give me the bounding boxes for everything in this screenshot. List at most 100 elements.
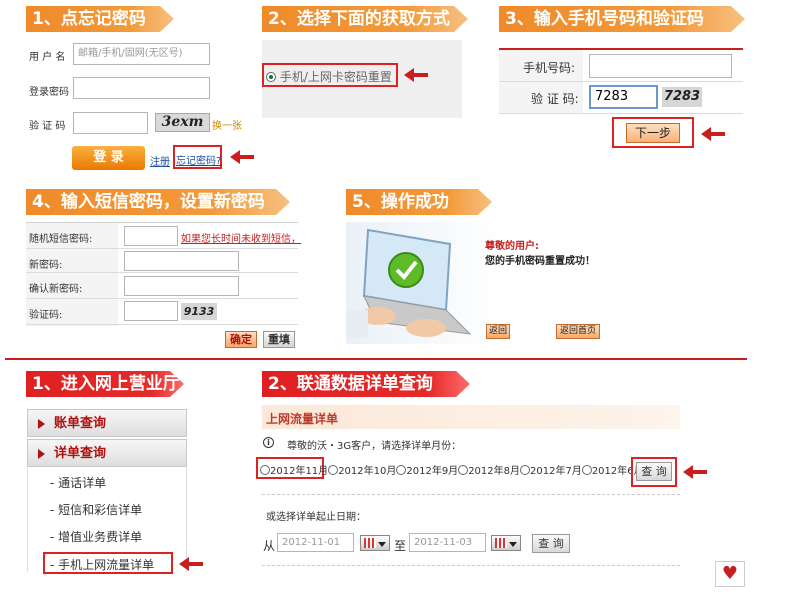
login-button[interactable]: 登 录 [72, 146, 145, 170]
step3-captcha-input[interactable]: 7283 [589, 85, 658, 109]
data-detail-banner: 2、联通数据详单查询 [262, 371, 470, 397]
from-date-input[interactable]: 2012-11-01 [277, 533, 354, 552]
triangle-right-icon [38, 419, 45, 429]
refresh-captcha-link[interactable]: 换一张 [212, 117, 242, 132]
next-button[interactable]: 下一步 [626, 123, 680, 143]
confirm-password-label: 确认新密码: [29, 284, 83, 295]
forgot-password-link[interactable]: 忘记密码? [176, 152, 221, 167]
captcha-image: 3exm [155, 113, 210, 132]
menu-account-query[interactable]: 账单查询 [27, 409, 187, 437]
radio-icon[interactable] [520, 465, 530, 475]
step1-banner: 1、点忘记密码 [26, 6, 174, 32]
step4-divider [26, 222, 298, 223]
reset-button[interactable]: 重填 [263, 331, 295, 348]
month-radio-group: 2012年11月 2012年10月 2012年9月 2012年8月 2012年7月 201… [260, 462, 644, 477]
radio-icon[interactable] [328, 465, 339, 475]
step3-captcha-image: 7283 [662, 87, 702, 107]
step4-captcha-input[interactable] [124, 301, 178, 321]
radio-icon[interactable] [396, 465, 407, 475]
step3-banner: 3、输入手机号码和验证码 [499, 6, 745, 32]
new-password-input[interactable] [124, 251, 239, 271]
register-link[interactable]: 注册 [150, 153, 170, 168]
info-text: 尊敬的沃・3G客户，请选择详单月份： [287, 441, 462, 452]
phone-reset-option[interactable]: 手机/上网卡密码重置 [266, 68, 392, 85]
month-option[interactable]: 2012年8月 [458, 465, 520, 477]
query-button-2[interactable]: 查 询 [532, 534, 570, 553]
step5-banner: 5、操作成功 [346, 189, 492, 215]
new-password-label: 新密码: [29, 260, 63, 271]
online-hall-banner: 1、进入网上营业厅 [26, 371, 184, 397]
submenu-mobile-data-detail[interactable]: - 手机上网流量详单 [50, 556, 154, 573]
phone-label: 手机号码: [523, 61, 576, 75]
step4-divider [26, 324, 298, 325]
sms-password-input[interactable] [124, 226, 178, 246]
dotted-separator-bottom [262, 565, 680, 566]
month-option[interactable]: 2012年7月 [520, 465, 582, 477]
range-label: 或选择详单起止日期： [266, 512, 366, 523]
confirm-password-input[interactable] [124, 276, 239, 296]
favorite-heart-icon[interactable]: ♥ [715, 561, 745, 587]
month-label: 2012年11月 [270, 466, 329, 477]
from-label: 从 [263, 539, 276, 553]
home-button[interactable]: 返回首页 [556, 324, 600, 339]
submenu-vas-detail[interactable]: - 增值业务费详单 [50, 528, 142, 545]
month-label: 2012年7月 [530, 466, 582, 477]
sms-not-received-link[interactable]: 如果您长时间未收到短信， [181, 230, 301, 245]
username-label: 用 户 名 [29, 52, 66, 63]
step3-divider [499, 113, 743, 114]
menu-detail-query-label: 详单查询 [54, 446, 107, 461]
laptop-success-illustration [346, 228, 472, 338]
month-option[interactable]: 2012年11月 [260, 465, 329, 477]
dotted-separator [262, 494, 680, 495]
calendar-icon[interactable] [491, 535, 521, 551]
step3-divider [499, 81, 743, 82]
radio-icon[interactable] [260, 465, 270, 475]
step4-divider [26, 248, 298, 249]
submenu-sms-detail[interactable]: - 短信和彩信详单 [50, 501, 142, 518]
step2-banner: 2、选择下面的获取方式 [262, 6, 468, 32]
section-divider [5, 358, 747, 360]
month-label: 2012年10月 [338, 466, 397, 477]
step3-captcha-label: 验 证 码: [531, 92, 579, 106]
captcha-input[interactable] [73, 112, 148, 134]
success-greeting: 尊敬的用户: [485, 241, 539, 252]
radio-icon[interactable] [458, 465, 469, 475]
query-button[interactable]: 查 询 [636, 462, 672, 481]
month-option[interactable]: 2012年9月 [396, 465, 459, 477]
to-label: 至 [394, 539, 407, 553]
month-label: 2012年8月 [468, 466, 520, 477]
triangle-right-icon [38, 449, 45, 459]
captcha-label: 验 证 码 [29, 121, 66, 132]
info-icon: i [263, 437, 274, 448]
arrow-left-icon [683, 465, 709, 479]
menu-account-query-label: 账单查询 [54, 416, 107, 431]
sms-password-label: 随机短信密码: [29, 234, 93, 245]
menu-detail-query[interactable]: 详单查询 [27, 439, 187, 467]
back-button[interactable]: 返回 [486, 324, 510, 339]
sleeve [346, 310, 368, 338]
month-option[interactable]: 2012年10月 [328, 465, 397, 477]
panel-title: 上网流量详单 [266, 412, 339, 426]
phone-reset-option-label: 手机/上网卡密码重置 [279, 70, 392, 84]
submenu-call-detail[interactable]: - 通话详单 [50, 474, 106, 491]
hand-right [406, 319, 446, 337]
arrow-left-icon [404, 68, 430, 82]
password-input[interactable] [73, 77, 210, 99]
check-circle-icon [388, 252, 424, 288]
confirm-button[interactable]: 确定 [225, 331, 257, 348]
step4-captcha-image: 9133 [181, 303, 217, 320]
month-label: 2012年9月 [406, 466, 459, 477]
username-input[interactable]: 邮箱/手机/固网(无区号) [73, 43, 210, 65]
success-message: 您的手机密码重置成功！ [485, 256, 595, 267]
radio-selected-icon[interactable] [266, 72, 276, 82]
calendar-icon[interactable] [360, 535, 390, 551]
arrow-left-icon [179, 557, 205, 571]
phone-input[interactable] [589, 54, 732, 78]
step4-divider [26, 272, 298, 273]
step4-captcha-label: 验证码: [29, 310, 63, 321]
step4-divider [26, 298, 298, 299]
arrow-left-icon [230, 150, 256, 164]
to-date-input[interactable]: 2012-11-03 [409, 533, 486, 552]
step4-banner: 4、输入短信密码，设置新密码 [26, 189, 290, 215]
radio-icon[interactable] [581, 465, 592, 475]
